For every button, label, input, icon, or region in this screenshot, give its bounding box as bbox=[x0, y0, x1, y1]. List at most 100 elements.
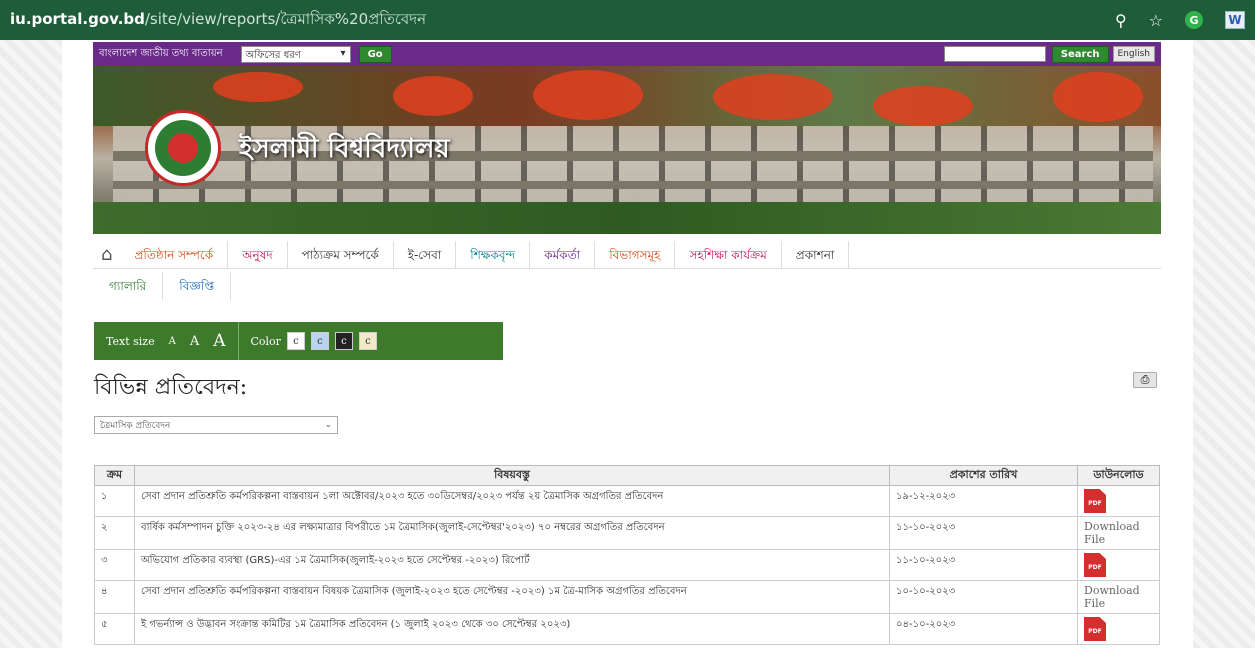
cell-download: Download File bbox=[1077, 516, 1160, 550]
table-row: ৫ই গভর্ন্যান্স ও উদ্ভাবন সংক্রান্ত কমিটি… bbox=[94, 613, 1160, 645]
grammarly-extension-icon[interactable]: G bbox=[1185, 11, 1203, 29]
cell-subject: অভিযোগ প্রতিকার ব্যবস্থা (GRS)-এর ১ম ত্র… bbox=[134, 549, 890, 581]
nav-item[interactable]: বিজ্ঞপ্তি bbox=[163, 272, 232, 300]
banner-flowers bbox=[1053, 72, 1143, 122]
nav-item[interactable]: অনুষদ bbox=[228, 240, 288, 269]
table-row: ১ সেবা প্রদান প্রতিশ্রুতি কর্মপরিকল্পনা ব… bbox=[94, 485, 1160, 517]
accessibility-bar: Text size A A A Color cccc bbox=[94, 322, 503, 360]
chevron-down-icon: ▾ bbox=[340, 47, 346, 59]
cell-serial: ৩ bbox=[94, 549, 135, 581]
banner-ground bbox=[93, 202, 1161, 234]
search-button[interactable]: Search bbox=[1051, 45, 1109, 63]
home-icon[interactable]: ⌂ bbox=[93, 244, 120, 265]
cell-subject: ই গভর্ন্যান্স ও উদ্ভাবন সংক্রান্ত কমিটির… bbox=[134, 613, 890, 645]
text-size-label: Text size bbox=[106, 334, 155, 348]
report-select-value: ত্রৈমাসিক প্রতিবেদন bbox=[100, 420, 171, 431]
url-path: /site/view/reports/ত্রৈমাসিক%20প্রতিবেদন bbox=[144, 9, 427, 28]
print-icon[interactable]: ⎙ bbox=[1133, 372, 1157, 388]
site-title: ইসলামী বিশ্ববিদ্যালয় bbox=[239, 134, 450, 164]
cell-download: PDF bbox=[1077, 613, 1160, 645]
text-size-large-button[interactable]: A bbox=[213, 331, 225, 351]
color-theme-button[interactable]: c bbox=[310, 332, 329, 350]
cell-download: PDF bbox=[1077, 485, 1160, 517]
zoom-icon[interactable]: ⚲ bbox=[1115, 11, 1127, 30]
nav-item[interactable]: কর্মকর্তা bbox=[530, 240, 596, 269]
banner-flowers bbox=[213, 72, 303, 102]
nav-item[interactable]: গ্যালারি bbox=[93, 272, 164, 300]
reports-table: ক্রম বিষয়বস্তু প্রকাশের তারিখ ডাউনলোড ১… bbox=[94, 465, 1160, 645]
cell-subject: সেবা প্রদান প্রতিশ্রুতি কর্মপরিকল্পনা বা… bbox=[134, 485, 890, 517]
star-icon[interactable]: ☆ bbox=[1149, 11, 1163, 30]
nav-item[interactable]: পাঠ্যক্রম সম্পর্কে bbox=[288, 240, 394, 269]
go-button[interactable]: Go bbox=[358, 45, 392, 63]
bangladesh-government-logo[interactable] bbox=[145, 110, 221, 186]
table-row: ৩ অভিযোগ প্রতিকার ব্যবস্থা (GRS)-এর ১ম ত্… bbox=[94, 549, 1160, 581]
word-extension-icon[interactable]: W bbox=[1225, 11, 1245, 29]
banner-flowers bbox=[533, 70, 643, 120]
url-text[interactable]: iu.portal.gov.bd/site/view/reports/ত্রৈম… bbox=[10, 8, 426, 33]
page-container: বাংলাদেশ জাতীয় তথ্য বাতায়ন অফিসের ধরণ … bbox=[62, 40, 1193, 648]
cell-date: ১৯-১২-২০২৩ bbox=[889, 485, 1078, 517]
header-serial: ক্রম bbox=[94, 465, 135, 486]
color-theme-button[interactable]: c bbox=[334, 332, 353, 350]
logo-red-disc bbox=[168, 133, 198, 163]
download-file-link[interactable]: Download File bbox=[1084, 520, 1140, 546]
cell-serial: ২ bbox=[94, 516, 135, 550]
nav-item[interactable]: বিভাগসমূহ bbox=[595, 240, 676, 269]
office-type-select[interactable]: অফিসের ধরণ ▾ bbox=[240, 45, 351, 63]
cell-download: Download File bbox=[1077, 580, 1160, 614]
cell-subject: বার্ষিক কর্মসম্পাদন চুক্তি ২০২৩-২৪ এর লক… bbox=[134, 516, 890, 550]
chevron-down-icon: ⌄ bbox=[324, 420, 332, 430]
color-theme-button[interactable]: c bbox=[358, 332, 377, 350]
color-options: cccc bbox=[281, 332, 377, 350]
text-size-small-button[interactable]: A bbox=[169, 336, 176, 347]
search-input[interactable] bbox=[943, 46, 1046, 62]
browser-url-bar[interactable]: iu.portal.gov.bd/site/view/reports/ত্রৈম… bbox=[0, 0, 1255, 40]
pdf-download-icon[interactable]: PDF bbox=[1084, 553, 1106, 577]
left-decoration bbox=[0, 40, 62, 648]
cell-subject: সেবা প্রদান প্রতিশ্রুতি কর্মপরিকল্পনা বা… bbox=[134, 580, 890, 614]
english-language-button[interactable]: English bbox=[1112, 46, 1155, 62]
header-date: প্রকাশের তারিখ bbox=[889, 465, 1078, 486]
cell-download: PDF bbox=[1077, 549, 1160, 581]
page-title: বিভিন্ন প্রতিবেদন: bbox=[94, 375, 248, 400]
main-navigation: ⌂ প্রতিষ্ঠান সম্পর্কে অনুষদ পাঠ্যক্রম সম্প… bbox=[93, 240, 1161, 269]
cell-date: ০৪-১০-২০২৩ bbox=[889, 613, 1078, 645]
cell-date: ১১-১০-২০২৩ bbox=[889, 516, 1078, 550]
cell-date: ১০-১০-২০২৩ bbox=[889, 580, 1078, 614]
report-type-select[interactable]: ত্রৈমাসিক প্রতিবেদন ⌄ bbox=[94, 416, 338, 434]
banner-flowers bbox=[873, 86, 973, 126]
nav-item[interactable]: সহশিক্ষা কার্যক্রম bbox=[675, 240, 782, 269]
office-select-value: অফিসের ধরণ bbox=[245, 49, 301, 61]
portal-top-strip: বাংলাদেশ জাতীয় তথ্য বাতায়ন অফিসের ধরণ … bbox=[93, 42, 1161, 66]
cell-serial: ৪ bbox=[94, 580, 135, 614]
access-divider bbox=[237, 322, 239, 360]
nav-item[interactable]: প্রতিষ্ঠান সম্পর্কে bbox=[120, 240, 229, 269]
nav-item[interactable]: প্রকাশনা bbox=[782, 240, 850, 269]
banner-flowers bbox=[393, 76, 473, 116]
banner-flowers bbox=[713, 74, 833, 120]
header-subject: বিষয়বস্তু bbox=[134, 465, 890, 486]
cell-serial: ৫ bbox=[94, 613, 135, 645]
header-banner: ইসলামী বিশ্ববিদ্যালয় bbox=[93, 66, 1161, 234]
pdf-download-icon[interactable]: PDF bbox=[1084, 617, 1106, 641]
main-navigation-row2: গ্যালারি বিজ্ঞপ্তি bbox=[93, 272, 232, 300]
cell-serial: ১ bbox=[94, 485, 135, 517]
text-size-medium-button[interactable]: A bbox=[190, 334, 199, 349]
cell-date: ১১-১০-২০২৩ bbox=[889, 549, 1078, 581]
table-header-row: ক্রম বিষয়বস্তু প্রকাশের তারিখ ডাউনলোড bbox=[94, 465, 1160, 486]
banner-floor-line bbox=[113, 181, 1153, 189]
color-theme-button[interactable]: c bbox=[286, 332, 305, 350]
url-domain: iu.portal.gov.bd bbox=[10, 9, 145, 28]
right-decoration bbox=[1193, 40, 1255, 648]
table-row: ৪ সেবা প্রদান প্রতিশ্রুতি কর্মপরিকল্পনা ব… bbox=[94, 580, 1160, 614]
national-portal-link[interactable]: বাংলাদেশ জাতীয় তথ্য বাতায়ন bbox=[99, 46, 223, 63]
pdf-download-icon[interactable]: PDF bbox=[1084, 489, 1106, 513]
nav-item[interactable]: ই-সেবা bbox=[394, 240, 457, 269]
color-label: Color bbox=[250, 334, 281, 348]
header-download: ডাউনলোড bbox=[1077, 465, 1160, 486]
logo-inner bbox=[155, 120, 211, 176]
nav-item[interactable]: শিক্ষকবৃন্দ bbox=[456, 240, 531, 269]
table-row: ২ বার্ষিক কর্মসম্পাদন চুক্তি ২০২৩-২৪ এর ল… bbox=[94, 516, 1160, 550]
download-file-link[interactable]: Download File bbox=[1084, 584, 1140, 610]
